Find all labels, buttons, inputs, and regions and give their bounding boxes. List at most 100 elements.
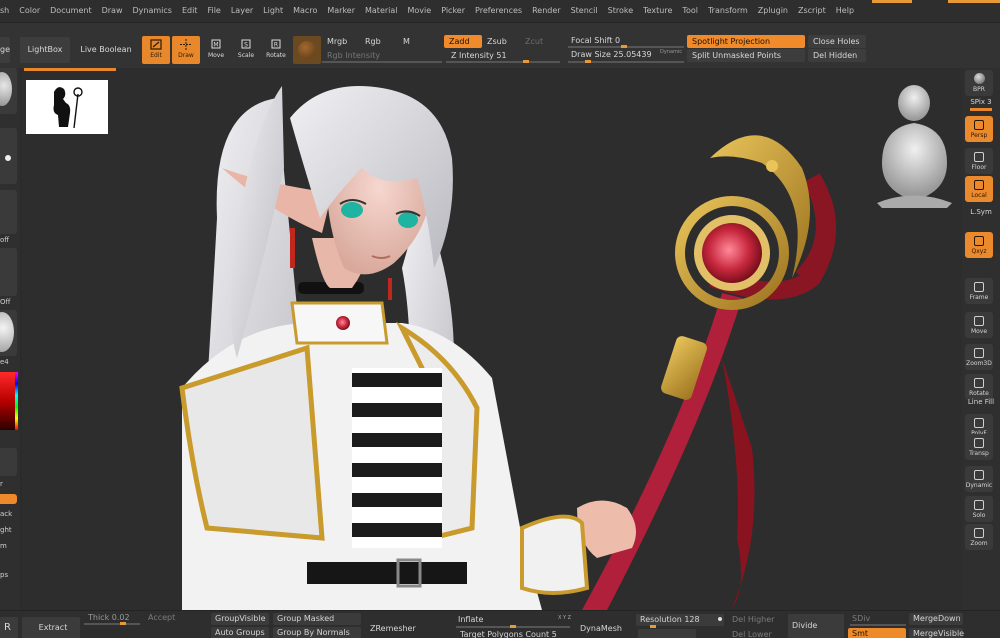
menu-item-macro[interactable]: Macro (288, 0, 322, 22)
menu-item-draw[interactable]: Draw (97, 0, 128, 22)
zremesher-button[interactable]: ZRemesher (366, 619, 436, 638)
group-by-normals-button[interactable]: Group By Normals (273, 627, 361, 638)
rgb-button[interactable]: Rgb (360, 35, 394, 48)
zsub-button[interactable]: Zsub (482, 35, 518, 48)
rotate3d-button[interactable]: Rotate (965, 374, 993, 400)
xyz-button[interactable]: Qxyz (965, 232, 993, 258)
accept-button[interactable]: Accept (144, 612, 204, 624)
menu-item-marker[interactable]: Marker (322, 0, 360, 22)
target-polygons-slider[interactable]: Target Polygons Count 5 (456, 629, 566, 638)
zcut-button[interactable]: Zcut (520, 35, 556, 48)
menu-item-layer[interactable]: Layer (226, 0, 258, 22)
spotlight-projection-button[interactable]: Spotlight Projection (687, 35, 805, 48)
inflate-knob[interactable] (510, 625, 516, 628)
spix-knob[interactable] (970, 108, 992, 111)
zadd-button[interactable]: Zadd (444, 35, 482, 48)
menu-item-preferences[interactable]: Preferences (470, 0, 527, 22)
menu-item-render[interactable]: Render (527, 0, 565, 22)
left-label-ack[interactable]: ack (0, 510, 12, 518)
left-orange-toggle[interactable] (0, 494, 17, 504)
merge-down-button[interactable]: MergeDown (909, 613, 963, 625)
bpr-button[interactable]: BPR (965, 70, 993, 96)
menu-item-stencil[interactable]: Stencil (566, 0, 603, 22)
lsym-button[interactable]: L.Sym (964, 208, 998, 216)
menu-item-dynamics[interactable]: Dynamics (128, 0, 177, 22)
del-hidden-button[interactable]: Del Hidden (808, 49, 866, 62)
texture-thumbnail[interactable] (0, 248, 17, 296)
lightbox-button[interactable]: LightBox (20, 37, 70, 63)
draw-size-slider[interactable]: Draw Size 25.05439 (566, 48, 662, 61)
del-lower-button[interactable]: Del Lower (728, 629, 784, 638)
material-thumbnail[interactable] (0, 310, 17, 356)
move-tool-button[interactable]: M Move (202, 36, 230, 64)
split-unmasked-points-button[interactable]: Split Unmasked Points (687, 49, 805, 62)
menu-item-stroke[interactable]: Stroke (603, 0, 639, 22)
menu-item-transform[interactable]: Transform (703, 0, 753, 22)
zoom-icon (974, 528, 984, 538)
edit-tool-button[interactable]: Edit (142, 36, 170, 64)
left-button-1[interactable] (0, 448, 17, 476)
group-visible-button[interactable]: GroupVisible (211, 613, 269, 625)
mrgb-button[interactable]: Mrgb (322, 35, 358, 48)
rotate-tool-button[interactable]: R Rotate (262, 36, 290, 64)
z-intensity-knob[interactable] (523, 60, 529, 63)
menu-item-tool[interactable]: Tool (677, 0, 703, 22)
menu-item-document[interactable]: Document (45, 0, 96, 22)
brush-thumbnail[interactable] (0, 68, 17, 114)
extract-button[interactable]: Extract (22, 617, 80, 638)
zoom3d-button[interactable]: Zoom3D (965, 344, 993, 370)
hue-strip[interactable] (15, 372, 18, 430)
menu-item-edit[interactable]: Edit (177, 0, 203, 22)
scale-tool-button[interactable]: S Scale (232, 36, 260, 64)
m-button[interactable]: M (398, 35, 418, 48)
linefill-button[interactable]: Line Fill (964, 398, 998, 406)
divide-button[interactable]: Divide (788, 614, 844, 638)
menu-item-picker[interactable]: Picker (436, 0, 470, 22)
auto-groups-button[interactable]: Auto Groups (211, 627, 269, 638)
dynamic-button[interactable]: Dynamic (965, 466, 993, 492)
transp-button[interactable]: Transp (965, 434, 993, 460)
alpha-thumbnail[interactable] (0, 190, 17, 234)
live-boolean-button[interactable]: Live Boolean (78, 37, 134, 63)
menu-item-texture[interactable]: Texture (638, 0, 677, 22)
left-label-ght[interactable]: ght (0, 526, 12, 534)
draw-tool-button[interactable]: Draw (172, 36, 200, 64)
shelf-partial-button[interactable]: ge (0, 37, 10, 63)
left-label-m[interactable]: m (0, 542, 7, 550)
menu-item-file[interactable]: File (202, 0, 225, 22)
draw-size-knob[interactable] (585, 60, 591, 63)
merge-visible-button[interactable]: MergeVisible (909, 628, 964, 638)
frame-button[interactable]: Frame (965, 278, 993, 304)
r-button[interactable]: R (0, 617, 18, 638)
stroke-thumbnail[interactable] (0, 128, 17, 184)
persp-button[interactable]: Persp (965, 116, 993, 142)
group-masked-button[interactable]: Group Masked (273, 613, 361, 625)
thick-knob[interactable] (120, 622, 126, 625)
color-picker[interactable] (0, 372, 18, 430)
xyz-toggle[interactable]: X Y Z (554, 612, 578, 624)
dynamesh-button[interactable]: DynaMesh (576, 623, 626, 635)
material-swatch[interactable] (293, 36, 321, 64)
left-label-ps[interactable]: ps (0, 571, 8, 579)
resolution-knob[interactable] (650, 625, 656, 628)
solo-button[interactable]: Solo (965, 496, 993, 522)
menu-item-material[interactable]: Material (360, 0, 403, 22)
spix-slider[interactable]: SPix 3 (964, 98, 998, 106)
document-canvas[interactable] (22, 68, 962, 610)
zoom-button[interactable]: Zoom (965, 524, 993, 550)
dynamic-toggle[interactable]: Dynamic (660, 49, 682, 55)
smt-toggle[interactable]: Smt (848, 628, 906, 638)
menu-item-sh[interactable]: sh (0, 0, 14, 22)
local-button[interactable]: Local (965, 176, 993, 202)
menu-item-color[interactable]: Color (14, 0, 45, 22)
menu-item-zscript[interactable]: Zscript (793, 0, 831, 22)
menu-item-movie[interactable]: Movie (403, 0, 437, 22)
del-higher-button[interactable]: Del Higher (728, 614, 784, 626)
floor-button[interactable]: Floor (965, 148, 993, 174)
close-holes-button[interactable]: Close Holes (808, 35, 866, 48)
move-hand-button[interactable]: Move (965, 312, 993, 338)
menu-item-zplugin[interactable]: Zplugin (753, 0, 793, 22)
menu-item-light[interactable]: Light (258, 0, 288, 22)
dynamesh-sub-button[interactable] (638, 629, 696, 638)
menu-item-help[interactable]: Help (831, 0, 859, 22)
